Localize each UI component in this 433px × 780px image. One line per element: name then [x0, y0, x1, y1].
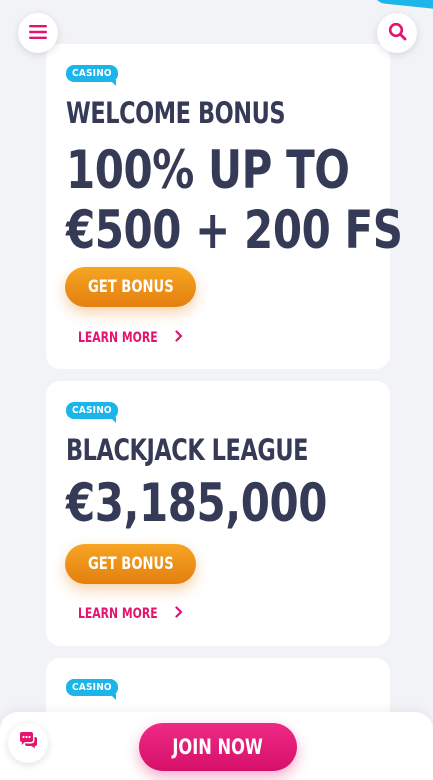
chevron-right-icon	[174, 606, 183, 622]
promo-amount-line1: €3,185,000	[66, 473, 328, 534]
join-now-label: JOIN NOW	[172, 735, 264, 759]
category-badge: CASINO	[66, 402, 118, 423]
learn-more-link[interactable]: LEARN MORE	[78, 606, 183, 622]
promo-card-welcome-bonus: CASINO WELCOME BONUS 100% UP TO €500 + 2…	[46, 44, 403, 369]
menu-button[interactable]	[18, 13, 58, 53]
search-button[interactable]	[377, 13, 417, 53]
promo-title: WELCOME BONUS	[66, 96, 286, 130]
corner-accent	[372, 0, 433, 10]
chevron-right-icon	[174, 330, 183, 346]
hamburger-menu-icon	[29, 24, 47, 43]
promo-amount-line1: 100% UP TO	[66, 140, 350, 201]
learn-more-label: LEARN MORE	[78, 330, 158, 346]
chat-icon	[18, 732, 38, 754]
promo-title: BLACKJACK LEAGUE	[66, 433, 309, 467]
category-badge: CASINO	[66, 679, 118, 700]
chat-button[interactable]	[8, 723, 48, 763]
get-bonus-label: GET BONUS	[87, 554, 174, 574]
category-badge: CASINO	[66, 65, 118, 86]
get-bonus-button[interactable]: GET BONUS	[65, 544, 196, 584]
get-bonus-label: GET BONUS	[87, 277, 174, 297]
search-icon	[388, 22, 407, 45]
promo-amount: €3,185,000	[66, 474, 327, 534]
join-now-button[interactable]: JOIN NOW	[139, 723, 297, 771]
promo-card-blackjack-league: CASINO BLACKJACK LEAGUE €3,185,000 GET B…	[46, 381, 390, 646]
get-bonus-button[interactable]: GET BONUS	[65, 267, 196, 307]
promo-amount: 100% UP TO €500 + 200 FS	[66, 141, 403, 261]
learn-more-label: LEARN MORE	[78, 606, 158, 622]
promo-amount-line2: €500 + 200 FS	[66, 200, 403, 261]
learn-more-link[interactable]: LEARN MORE	[78, 330, 183, 346]
